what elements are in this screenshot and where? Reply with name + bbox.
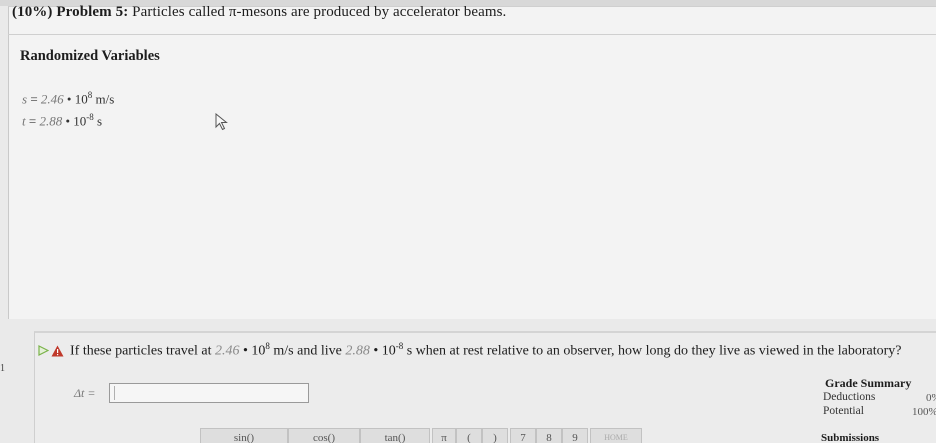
deductions-value: 0% (926, 392, 936, 404)
calc-pi-button[interactable]: π (432, 428, 456, 443)
variable-exponent: -8 (86, 112, 94, 122)
variable-equals: = (27, 91, 41, 107)
randomized-variables-title: Randomized Variables (20, 48, 160, 64)
play-arrow-icon[interactable] (38, 344, 49, 356)
left-margin-mark: 1 (0, 363, 5, 374)
variable-t: t = 2.88 • 10-8 s (22, 112, 102, 129)
warning-triangle-icon (51, 345, 64, 357)
problem-number: (10%) Problem 5: (12, 4, 129, 20)
question-speed-dot: • (239, 343, 252, 359)
variable-base: 10 (74, 91, 88, 107)
grade-summary-title: Grade Summary (825, 376, 912, 390)
calc-sin-button[interactable]: sin() (200, 428, 288, 443)
variable-value: 2.46 (40, 91, 64, 107)
potential-label: Potential (823, 405, 864, 417)
question-speed-unit: m/s and live (269, 343, 346, 359)
page: (10%) Problem 5: Particles called π-meso… (0, 0, 936, 443)
variable-unit: m/s (92, 91, 115, 107)
variable-s: s = 2.46 • 108 m/s (22, 90, 114, 107)
calc-8-button[interactable]: 8 (536, 428, 562, 443)
question-time-dot: • (369, 343, 382, 359)
variable-dot: • (62, 113, 74, 129)
problem-header: (10%) Problem 5: Particles called π-meso… (12, 4, 506, 21)
question-post: s when at rest relative to an observer, … (403, 343, 902, 359)
submissions-label: Submissions (821, 432, 880, 443)
question-speed-base: 10 (251, 343, 266, 359)
problem-statement: Particles called π-mesons are produced b… (132, 4, 507, 20)
calc-open-paren-button[interactable]: ( (456, 428, 482, 443)
potential-value: 100% (912, 406, 936, 418)
mouse-pointer-icon (215, 113, 228, 131)
answer-label: Δt = (74, 386, 96, 400)
variable-equals: = (25, 113, 40, 129)
question-pre: If these particles travel at (70, 343, 215, 359)
header-divider (8, 34, 936, 35)
calc-9-button[interactable]: 9 (562, 428, 588, 443)
question-text: If these particles travel at 2.46 • 108 … (38, 338, 928, 360)
variable-dot: • (63, 91, 75, 107)
deductions-label: Deductions (823, 391, 876, 403)
calc-close-paren-button[interactable]: ) (482, 428, 508, 443)
text-caret (114, 386, 115, 400)
question-speed-value: 2.46 (214, 343, 240, 359)
calc-home-button[interactable]: HOME (590, 428, 642, 443)
variable-value: 2.88 (39, 113, 63, 129)
variable-unit: s (93, 113, 103, 129)
question-time-base: 10 (381, 343, 396, 359)
calc-cos-button[interactable]: cos() (288, 428, 360, 443)
answer-input[interactable] (109, 383, 309, 403)
variable-base: 10 (73, 113, 87, 129)
calc-7-button[interactable]: 7 (510, 428, 536, 443)
calc-tan-button[interactable]: tan() (360, 428, 430, 443)
question-time-value: 2.88 (345, 343, 370, 359)
